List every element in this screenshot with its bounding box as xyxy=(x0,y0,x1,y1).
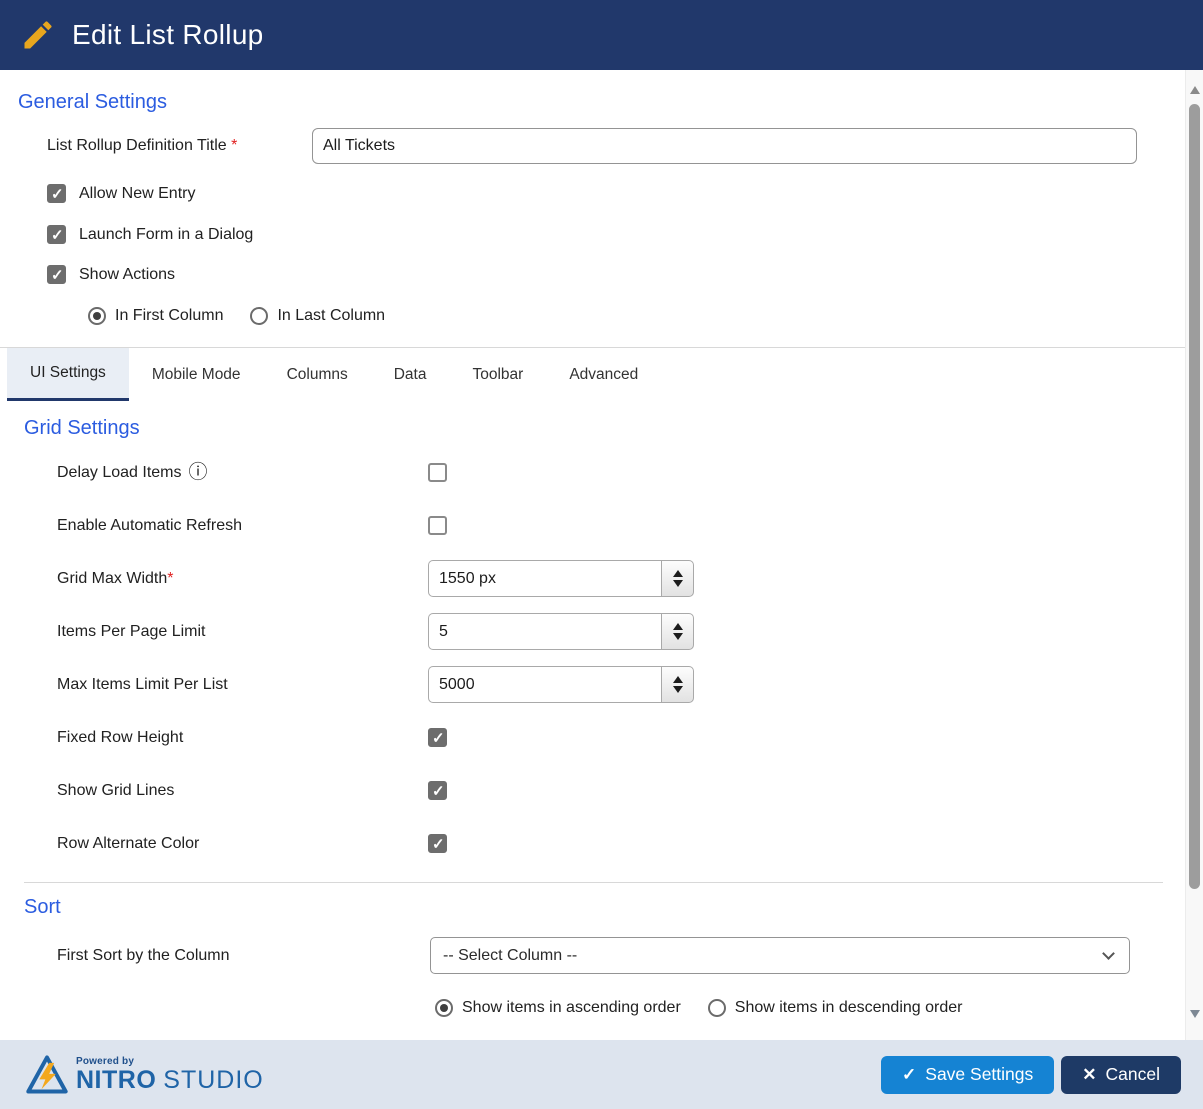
launch-form-dialog-label: Launch Form in a Dialog xyxy=(79,226,253,244)
nitro-studio-logo: Powered by NITROSTUDIO xyxy=(24,1053,264,1097)
auto-refresh-row: Enable Automatic Refresh xyxy=(57,499,1185,552)
spinner-up-icon[interactable] xyxy=(673,676,683,683)
row-alternate-color-label: Row Alternate Color xyxy=(57,835,428,853)
show-grid-lines-label: Show Grid Lines xyxy=(57,782,428,800)
title-field-row: List Rollup Definition Title * xyxy=(47,128,1185,164)
info-icon[interactable]: ⓘ xyxy=(189,463,208,482)
descending-label: Show items in descending order xyxy=(735,999,963,1017)
allow-new-entry-checkbox[interactable] xyxy=(47,184,66,203)
edit-pencil-icon xyxy=(20,17,56,53)
actions-position-row: In First Column In Last Column xyxy=(88,306,1185,325)
grid-max-width-spinner[interactable] xyxy=(661,560,694,597)
show-actions-label: Show Actions xyxy=(79,266,175,284)
row-alternate-color-checkbox[interactable] xyxy=(428,834,447,853)
descending-radio[interactable] xyxy=(708,999,726,1017)
required-asterisk: * xyxy=(231,137,237,154)
items-per-page-row: Items Per Page Limit xyxy=(57,605,1185,658)
scrollbar-thumb[interactable] xyxy=(1189,104,1200,889)
scroll-up-arrow-icon[interactable] xyxy=(1190,86,1200,94)
first-sort-label: First Sort by the Column xyxy=(57,947,430,965)
show-grid-lines-checkbox[interactable] xyxy=(428,781,447,800)
in-first-column-label: In First Column xyxy=(115,307,223,325)
spinner-down-icon[interactable] xyxy=(673,686,683,693)
show-actions-row: Show Actions xyxy=(47,265,1185,284)
max-items-limit-input[interactable] xyxy=(428,666,661,703)
check-icon: ✓ xyxy=(902,1065,916,1085)
tab-ui-settings[interactable]: UI Settings xyxy=(7,348,129,401)
in-last-column-label: In Last Column xyxy=(277,307,385,325)
dialog-footer: Powered by NITROSTUDIO ✓ Save Settings ✕… xyxy=(0,1040,1203,1109)
ascending-radio[interactable] xyxy=(435,999,453,1017)
cancel-button[interactable]: ✕ Cancel xyxy=(1061,1056,1181,1094)
spinner-up-icon[interactable] xyxy=(673,570,683,577)
auto-refresh-checkbox[interactable] xyxy=(428,516,447,535)
in-last-column-radio[interactable] xyxy=(250,307,268,325)
chevron-down-icon xyxy=(1102,947,1115,960)
general-settings-heading: General Settings xyxy=(18,91,1185,114)
dialog-header: Edit List Rollup xyxy=(0,0,1203,70)
ascending-label: Show items in ascending order xyxy=(462,999,681,1017)
max-items-limit-spinner[interactable] xyxy=(661,666,694,703)
nitro-triangle-bolt-icon xyxy=(24,1053,70,1097)
first-sort-select-value: -- Select Column -- xyxy=(443,947,577,965)
max-items-limit-label: Max Items Limit Per List xyxy=(57,676,428,694)
allow-new-entry-row: Allow New Entry xyxy=(47,184,1185,203)
tab-toolbar[interactable]: Toolbar xyxy=(449,348,546,401)
fixed-row-height-checkbox[interactable] xyxy=(428,728,447,747)
tab-advanced[interactable]: Advanced xyxy=(546,348,661,401)
grid-settings-heading: Grid Settings xyxy=(24,417,1185,440)
fixed-row-height-row: Fixed Row Height xyxy=(57,711,1185,764)
dialog-title: Edit List Rollup xyxy=(72,19,264,51)
spinner-down-icon[interactable] xyxy=(673,633,683,640)
items-per-page-spinner[interactable] xyxy=(661,613,694,650)
grid-max-width-input[interactable] xyxy=(428,560,661,597)
save-settings-button[interactable]: ✓ Save Settings xyxy=(881,1056,1054,1094)
delay-load-items-label: Delay Load Items ⓘ xyxy=(57,463,428,482)
grid-max-width-row: Grid Max Width * xyxy=(57,552,1185,605)
scroll-down-arrow-icon[interactable] xyxy=(1190,1010,1200,1018)
launch-form-dialog-row: Launch Form in a Dialog xyxy=(47,225,1185,244)
vertical-scrollbar[interactable] xyxy=(1185,70,1203,1040)
show-grid-lines-row: Show Grid Lines xyxy=(57,764,1185,817)
spinner-up-icon[interactable] xyxy=(673,623,683,630)
fixed-row-height-label: Fixed Row Height xyxy=(57,729,428,747)
sort-heading: Sort xyxy=(24,896,1185,919)
auto-refresh-label: Enable Automatic Refresh xyxy=(57,517,428,535)
tab-data[interactable]: Data xyxy=(371,348,450,401)
items-per-page-label: Items Per Page Limit xyxy=(57,623,428,641)
first-sort-select[interactable]: -- Select Column -- xyxy=(430,937,1130,974)
tab-mobile-mode[interactable]: Mobile Mode xyxy=(129,348,264,401)
title-input[interactable] xyxy=(312,128,1137,164)
title-field-label: List Rollup Definition Title * xyxy=(47,137,312,155)
max-items-limit-row: Max Items Limit Per List xyxy=(57,658,1185,711)
items-per-page-input[interactable] xyxy=(428,613,661,650)
allow-new-entry-label: Allow New Entry xyxy=(79,185,195,203)
sort-divider xyxy=(24,882,1163,883)
brand-name: NITROSTUDIO xyxy=(76,1067,264,1093)
spinner-down-icon[interactable] xyxy=(673,580,683,587)
launch-form-dialog-checkbox[interactable] xyxy=(47,225,66,244)
first-sort-row: First Sort by the Column -- Select Colum… xyxy=(57,937,1185,974)
required-asterisk: * xyxy=(167,570,173,588)
close-icon: ✕ xyxy=(1082,1065,1096,1085)
grid-max-width-label: Grid Max Width * xyxy=(57,570,428,588)
scroll-region: General Settings List Rollup Definition … xyxy=(0,70,1203,1040)
delay-load-items-checkbox[interactable] xyxy=(428,463,447,482)
row-alternate-color-row: Row Alternate Color xyxy=(57,817,1185,870)
in-first-column-radio[interactable] xyxy=(88,307,106,325)
sort-order-row: Show items in ascending order Show items… xyxy=(435,998,1185,1017)
delay-load-items-row: Delay Load Items ⓘ xyxy=(57,446,1185,499)
tab-columns[interactable]: Columns xyxy=(264,348,371,401)
show-actions-checkbox[interactable] xyxy=(47,265,66,284)
settings-tabbar: UI Settings Mobile Mode Columns Data Too… xyxy=(0,348,1185,401)
